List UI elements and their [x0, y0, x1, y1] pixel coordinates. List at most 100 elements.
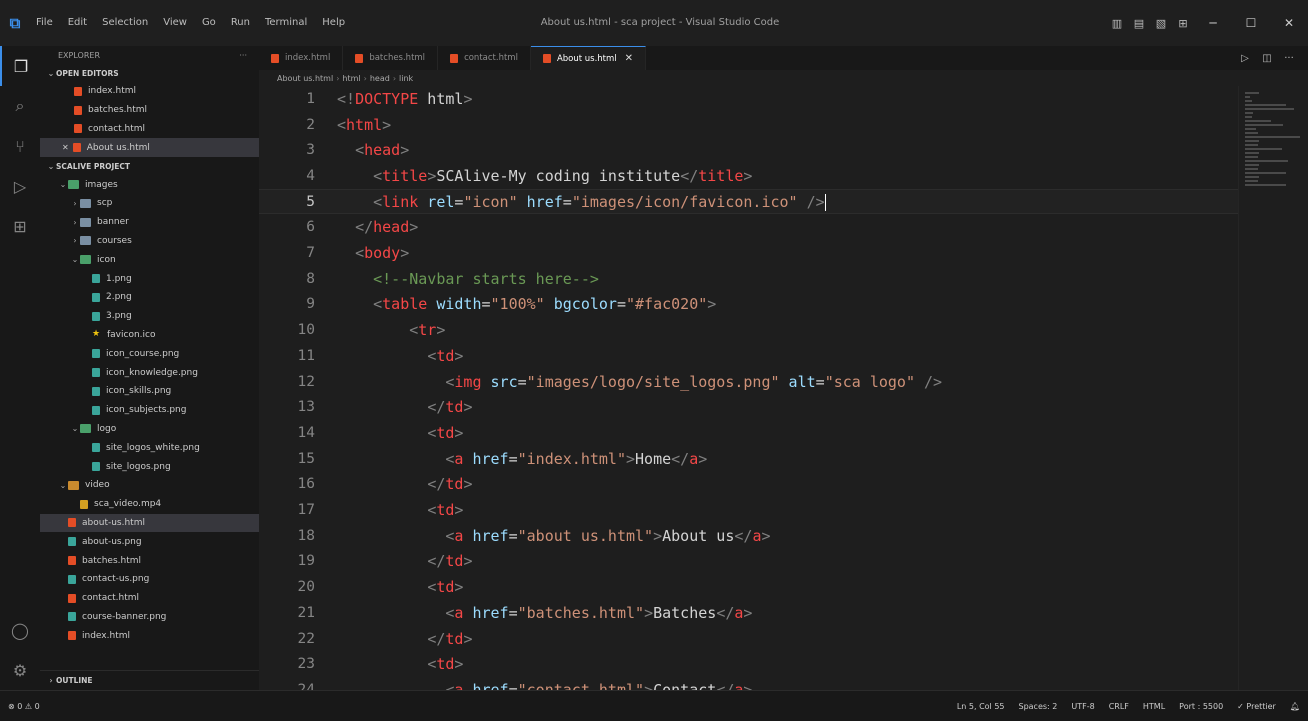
- code-line[interactable]: 18 <a href="about us.html">About us</a>: [259, 523, 1239, 549]
- file-tree-item[interactable]: batches.html: [40, 551, 259, 570]
- explorer-more-icon[interactable]: ···: [239, 51, 247, 60]
- code-editor[interactable]: 1 <!DOCTYPE html> 2 <html> 3 <head> 4 <title>…: [259, 86, 1239, 690]
- file-tree-item[interactable]: sca_video.mp4: [40, 495, 259, 514]
- close-icon[interactable]: ✕: [625, 53, 633, 64]
- code-line[interactable]: 17 <td>: [259, 497, 1239, 523]
- menu-item-edit[interactable]: Edit: [62, 0, 96, 46]
- tab-batches-html[interactable]: batches.html: [343, 46, 439, 70]
- end-of-line[interactable]: CRLF: [1109, 702, 1129, 711]
- file-tree-item[interactable]: index.html: [40, 626, 259, 645]
- code-line[interactable]: 24 <a href="contact.html">Contact</a>: [259, 677, 1239, 690]
- extensions-icon[interactable]: ⊞: [0, 206, 40, 246]
- run-debug-icon[interactable]: ▷: [0, 166, 40, 206]
- file-tree-item[interactable]: ⌄ images: [40, 175, 259, 194]
- open-editors-section[interactable]: ⌄ OPEN EDITORS: [40, 64, 259, 82]
- source-control-icon[interactable]: ⑂: [0, 126, 40, 166]
- minimap[interactable]: [1238, 86, 1308, 690]
- code-line[interactable]: 8 <!--Navbar starts here-->: [259, 266, 1239, 292]
- file-tree-item[interactable]: 3.png: [40, 307, 259, 326]
- file-tree-item[interactable]: site_logos.png: [40, 457, 259, 476]
- customize-layout-icon[interactable]: ⊞: [1172, 0, 1194, 46]
- code-line[interactable]: 23 <td>: [259, 651, 1239, 677]
- file-tree-item[interactable]: ★ favicon.ico: [40, 326, 259, 345]
- open-editor-item[interactable]: batches.html: [40, 101, 259, 120]
- toggle-secondary-sidebar-icon[interactable]: ▧: [1150, 0, 1172, 46]
- file-tree-item[interactable]: 1.png: [40, 269, 259, 288]
- search-icon[interactable]: ⌕: [0, 86, 40, 126]
- code-line[interactable]: 22 </td>: [259, 626, 1239, 652]
- file-tree-item[interactable]: icon_skills.png: [40, 382, 259, 401]
- encoding[interactable]: UTF-8: [1071, 702, 1094, 711]
- file-tree-item[interactable]: site_logos_white.png: [40, 438, 259, 457]
- code-line[interactable]: 20 <td>: [259, 574, 1239, 600]
- toggle-panel-icon[interactable]: ▤: [1128, 0, 1150, 46]
- prettier-status[interactable]: ✓ Prettier: [1237, 702, 1276, 711]
- code-line[interactable]: 6 </head>: [259, 215, 1239, 241]
- file-tree-item[interactable]: › scp: [40, 194, 259, 213]
- code-line[interactable]: 19 </td>: [259, 549, 1239, 575]
- menu-item-go[interactable]: Go: [196, 0, 225, 46]
- project-section[interactable]: ⌄ SCALIVE PROJECT: [40, 157, 259, 175]
- split-editor-icon[interactable]: ◫: [1256, 53, 1278, 64]
- more-actions-icon[interactable]: ···: [1278, 53, 1300, 64]
- code-line[interactable]: 5 <link rel="icon" href="images/icon/fav…: [259, 188, 1239, 215]
- explorer-icon[interactable]: ❐: [0, 46, 40, 86]
- maximize-icon[interactable]: ☐: [1232, 0, 1270, 46]
- open-editor-item[interactable]: ✕ About us.html: [40, 138, 259, 158]
- code-line[interactable]: 15 <a href="index.html">Home</a>: [259, 446, 1239, 472]
- breadcrumb-item[interactable]: About us.html: [277, 74, 333, 83]
- file-tree-item[interactable]: contact.html: [40, 589, 259, 608]
- file-tree-item[interactable]: ⌄ icon: [40, 250, 259, 269]
- code-line[interactable]: 14 <td>: [259, 420, 1239, 446]
- close-icon[interactable]: ✕: [62, 143, 69, 152]
- accounts-icon[interactable]: ◯: [0, 610, 40, 650]
- problems-indicator[interactable]: ⊗ 0 ⚠ 0: [8, 702, 40, 711]
- breadcrumb-item[interactable]: head: [370, 74, 390, 83]
- code-line[interactable]: 10 <tr>: [259, 317, 1239, 343]
- tab-contact-html[interactable]: contact.html: [438, 46, 531, 70]
- file-tree-item[interactable]: ⌄ video: [40, 476, 259, 495]
- code-line[interactable]: 9 <table width="100%" bgcolor="#fac020">: [259, 292, 1239, 318]
- live-server-port[interactable]: Port : 5500: [1179, 702, 1223, 711]
- file-tree-item[interactable]: ⌄ logo: [40, 420, 259, 439]
- file-tree-item[interactable]: contact-us.png: [40, 570, 259, 589]
- code-line[interactable]: 16 </td>: [259, 472, 1239, 498]
- code-line[interactable]: 7 <body>: [259, 240, 1239, 266]
- code-line[interactable]: 3 <head>: [259, 137, 1239, 163]
- notifications-icon[interactable]: 🔔︎: [1290, 702, 1300, 711]
- menu-item-run[interactable]: Run: [225, 0, 259, 46]
- indentation[interactable]: Spaces: 2: [1019, 702, 1058, 711]
- menu-item-help[interactable]: Help: [316, 0, 354, 46]
- run-icon[interactable]: ▷: [1234, 53, 1256, 64]
- file-tree-item[interactable]: › banner: [40, 213, 259, 232]
- breadcrumb-item[interactable]: html: [342, 74, 360, 83]
- code-line[interactable]: 4 <title>SCAlive-My coding institute</ti…: [259, 163, 1239, 189]
- close-icon[interactable]: ✕: [1270, 0, 1308, 46]
- menu-item-selection[interactable]: Selection: [96, 0, 157, 46]
- code-line[interactable]: 13 </td>: [259, 394, 1239, 420]
- file-tree-item[interactable]: 2.png: [40, 288, 259, 307]
- file-tree-item[interactable]: icon_subjects.png: [40, 401, 259, 420]
- outline-section[interactable]: › OUTLINE: [40, 670, 259, 690]
- code-line[interactable]: 1 <!DOCTYPE html>: [259, 86, 1239, 112]
- breadcrumb-item[interactable]: link: [399, 74, 413, 83]
- open-editor-item[interactable]: contact.html: [40, 120, 259, 139]
- menu-item-terminal[interactable]: Terminal: [259, 0, 316, 46]
- file-tree-item[interactable]: about-us.html: [40, 513, 259, 533]
- code-line[interactable]: 11 <td>: [259, 343, 1239, 369]
- cursor-position[interactable]: Ln 5, Col 55: [957, 702, 1005, 711]
- toggle-primary-sidebar-icon[interactable]: ▥: [1106, 0, 1128, 46]
- menu-item-file[interactable]: File: [30, 0, 62, 46]
- open-editor-item[interactable]: index.html: [40, 82, 259, 101]
- code-line[interactable]: 21 <a href="batches.html">Batches</a>: [259, 600, 1239, 626]
- file-tree-item[interactable]: icon_knowledge.png: [40, 363, 259, 382]
- file-tree-item[interactable]: icon_course.png: [40, 344, 259, 363]
- code-line[interactable]: 2 <html>: [259, 112, 1239, 138]
- manage-gear-icon[interactable]: ⚙: [0, 650, 40, 690]
- file-tree-item[interactable]: › courses: [40, 232, 259, 251]
- file-tree-item[interactable]: course-banner.png: [40, 608, 259, 627]
- tab-index-html[interactable]: index.html: [259, 46, 344, 70]
- menu-item-view[interactable]: View: [157, 0, 196, 46]
- tab-about-us-html[interactable]: About us.html ✕: [530, 46, 647, 70]
- language-mode[interactable]: HTML: [1143, 702, 1165, 711]
